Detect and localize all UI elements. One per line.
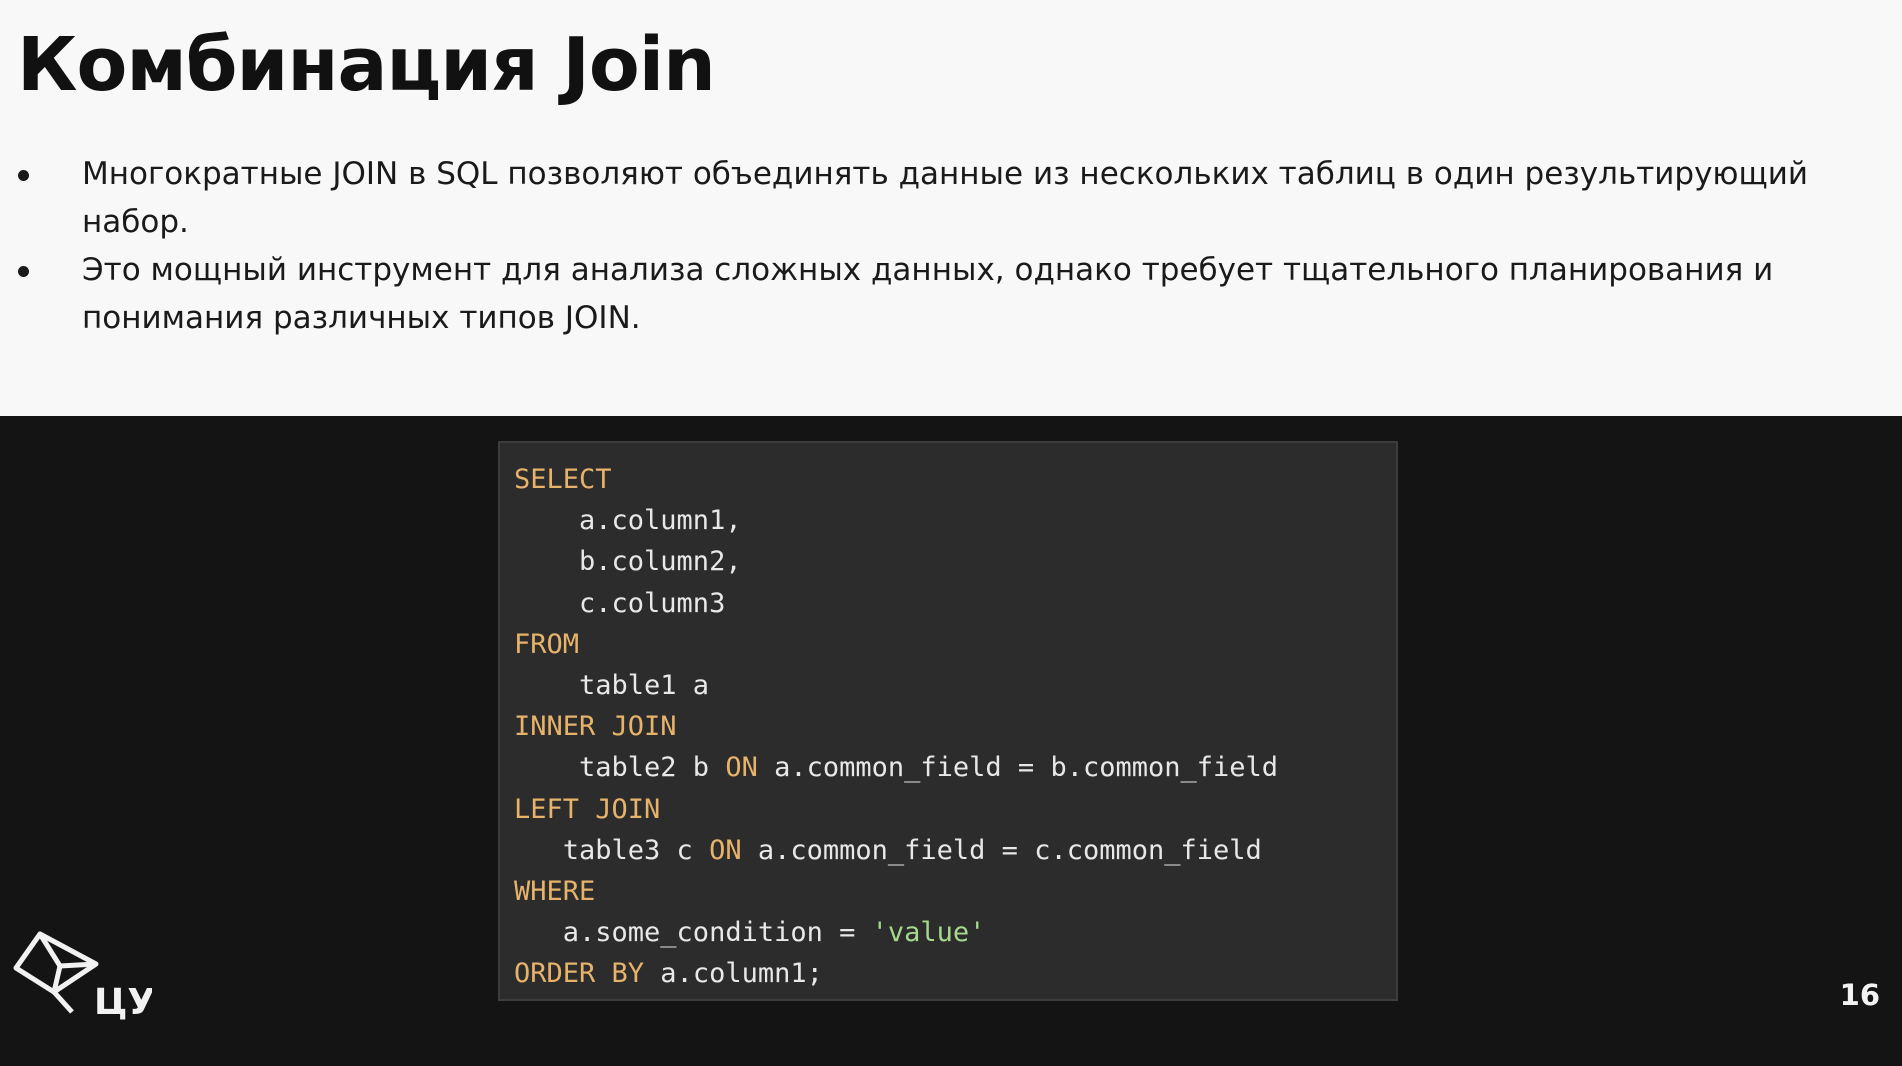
code-line: table3 c ON a.common_field = c.common_fi… — [514, 830, 1382, 871]
bullet-list: Многократные JOIN в SQL позволяют объеди… — [0, 150, 1860, 342]
code-string: 'value' — [871, 917, 986, 949]
code-line: b.column2, — [514, 541, 1382, 582]
code-line: c.column3 — [514, 583, 1382, 624]
cube-logo-icon: ЦУ — [13, 931, 152, 1020]
bullet-dot-icon — [18, 266, 29, 277]
code-text: a.column1; — [644, 958, 823, 990]
code-text: table3 c — [514, 834, 710, 866]
page-number: 16 — [1839, 978, 1880, 1012]
code-keyword: SELECT — [514, 464, 612, 495]
bullet-text: Многократные JOIN в SQL позволяют объеди… — [82, 156, 1809, 240]
code-text: b.column2, — [514, 546, 742, 578]
code-keyword: ON — [725, 752, 758, 784]
logo-text: ЦУ — [94, 982, 152, 1020]
code-text: c.column3 — [514, 587, 726, 619]
slide-header-area: Комбинация Join Многократные JOIN в SQL … — [0, 0, 1902, 416]
code-keyword: LEFT JOIN — [514, 793, 661, 825]
code-keyword: WHERE — [514, 875, 596, 907]
bullet-item: Это мощный инструмент для анализа сложны… — [0, 246, 1860, 342]
code-text: a.column1, — [514, 505, 742, 537]
code-line: SELECT — [514, 459, 1382, 500]
code-keyword: ORDER BY — [514, 958, 645, 990]
code-keyword: FROM — [514, 628, 580, 660]
sql-code-block: SELECT a.column1, b.column2, c.column3 FR… — [498, 441, 1398, 1001]
code-line: table2 b ON a.common_field = b.common_fi… — [514, 747, 1382, 788]
code-text: a.common_field = c.common_field — [741, 834, 1262, 866]
code-text: table2 b — [514, 752, 726, 784]
code-line: WHERE — [514, 871, 1382, 912]
code-keyword: ON — [709, 834, 742, 866]
bullet-item: Многократные JOIN в SQL позволяют объеди… — [0, 150, 1860, 246]
bullet-text: Это мощный инструмент для анализа сложны… — [82, 252, 1774, 336]
code-line: INNER JOIN — [514, 706, 1382, 747]
code-line: LEFT JOIN — [514, 789, 1382, 830]
code-line: a.column1, — [514, 500, 1382, 541]
code-text: a.some_condition = — [514, 917, 872, 949]
code-text: a.common_field = b.common_field — [757, 752, 1279, 784]
code-line: table1 a — [514, 665, 1382, 706]
code-text: table1 a — [514, 669, 710, 701]
code-line: FROM — [514, 624, 1382, 665]
code-line: a.some_condition = 'value' — [514, 912, 1382, 953]
slide-title: Комбинация Join — [17, 22, 716, 108]
code-keyword: INNER JOIN — [514, 711, 677, 743]
bullet-dot-icon — [18, 170, 29, 181]
code-line: ORDER BY a.column1; — [514, 953, 1382, 994]
